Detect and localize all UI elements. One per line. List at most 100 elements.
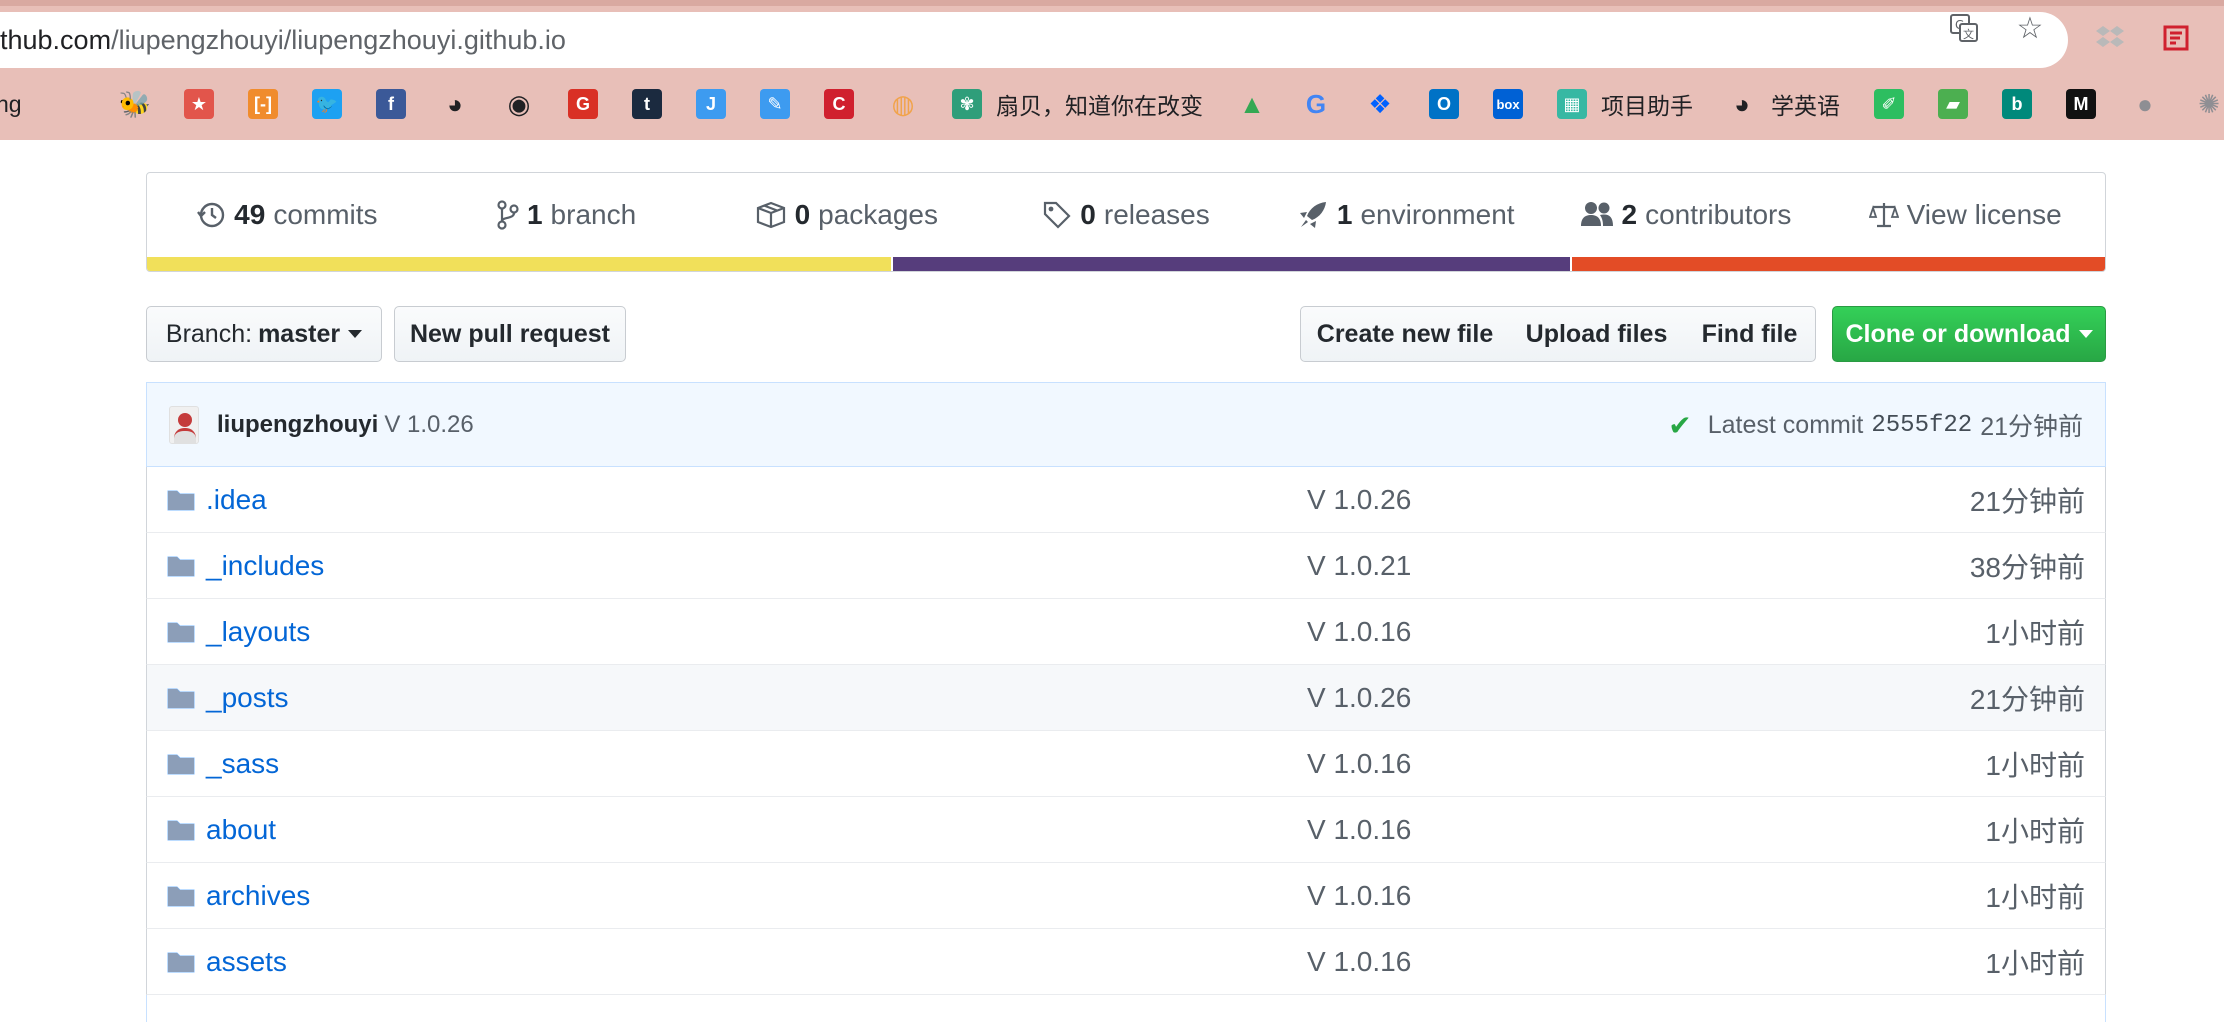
bookmark-item[interactable]: [-] <box>248 88 278 120</box>
avatar[interactable] <box>169 405 199 444</box>
find-file-button[interactable]: Find file <box>1684 306 1816 362</box>
file-row[interactable]: archives V 1.0.16 1小时前 <box>146 863 2106 929</box>
bookmark-item[interactable]: ✎ <box>760 88 790 120</box>
commit-author[interactable]: liupengzhouyi <box>217 411 378 439</box>
bookmark-item[interactable]: M <box>2066 88 2096 120</box>
upload-files-button[interactable]: Upload files <box>1509 306 1685 362</box>
folder-icon <box>167 886 195 907</box>
bookmark-item[interactable]: ◉ <box>504 88 534 120</box>
file-row[interactable]: _posts V 1.0.26 21分钟前 <box>146 665 2106 731</box>
branch-count: 1 <box>526 199 543 230</box>
file-name-link[interactable]: about <box>206 814 276 846</box>
language-bar[interactable] <box>147 257 2105 271</box>
package-icon <box>756 201 785 229</box>
bookmark-item[interactable]: ng <box>0 88 22 120</box>
commits-count: 49 <box>234 199 266 230</box>
create-new-file-button[interactable]: Create new file <box>1300 306 1510 362</box>
bookmark-item[interactable]: t <box>632 88 662 120</box>
releases-link[interactable]: 0 releases <box>986 199 1266 231</box>
file-row[interactable]: about V 1.0.16 1小时前 <box>146 797 2106 863</box>
folder-icon <box>167 820 195 841</box>
svg-text:文: 文 <box>1963 27 1974 41</box>
file-name-link[interactable]: assets <box>206 946 287 978</box>
bookmark-item[interactable]: ◍ <box>888 88 918 120</box>
commit-sha[interactable]: 2555f22 <box>1871 412 1972 439</box>
c-red-icon: C <box>824 89 854 119</box>
commit-message[interactable]: V 1.0.26 <box>384 411 473 439</box>
bookmark-item[interactable]: G <box>568 88 598 120</box>
branch-icon <box>497 200 519 230</box>
commits-link[interactable]: 49 commits <box>147 199 427 231</box>
file-commit-message[interactable]: V 1.0.26 <box>1307 682 1411 714</box>
folder-icon <box>167 688 195 709</box>
g-red-icon: G <box>568 89 598 119</box>
evernote-icon: ✐ <box>1874 89 1904 119</box>
history-icon <box>197 202 225 228</box>
caret-down-icon <box>2078 330 2093 338</box>
dropbox-extension-icon[interactable] <box>2094 22 2126 54</box>
file-commit-message[interactable]: V 1.0.21 <box>1307 550 1411 582</box>
file-name-link[interactable]: _sass <box>206 748 279 780</box>
bookmark-label: 扇贝，知道你在改变 <box>996 93 1203 119</box>
translate-icon[interactable]: G文 <box>1948 12 1980 44</box>
address-url[interactable]: thub.com/liupengzhouyi/liupengzhouyi.git… <box>0 25 566 56</box>
file-row[interactable]: _sass V 1.0.16 1小时前 <box>146 731 2106 797</box>
bookmark-item[interactable]: O <box>1429 88 1459 120</box>
bookmark-item[interactable]: ● <box>2130 88 2160 120</box>
bookmark-item[interactable]: ▰ <box>1938 88 1968 120</box>
environment-label: environment <box>1360 199 1515 230</box>
file-row[interactable]: _layouts V 1.0.16 1小时前 <box>146 599 2106 665</box>
bookmark-item[interactable]: ❖ <box>1365 88 1395 120</box>
pdf-extension-icon[interactable] <box>2160 22 2192 54</box>
file-commit-message[interactable]: V 1.0.16 <box>1307 814 1411 846</box>
bookmark-item[interactable]: ◕ <box>440 88 470 120</box>
branches-link[interactable]: 1 branch <box>427 199 707 231</box>
bookmark-item[interactable]: G <box>1301 88 1331 120</box>
bookmark-item[interactable]: f <box>376 88 406 120</box>
bookmark-item[interactable]: 🐝 <box>119 88 151 120</box>
folder-icon <box>167 490 195 511</box>
file-row[interactable]: assets V 1.0.16 1小时前 <box>146 929 2106 995</box>
bookmark-item[interactable]: ✺ <box>2194 88 2224 120</box>
address-bar[interactable]: thub.com/liupengzhouyi/liupengzhouyi.git… <box>0 12 2068 68</box>
bookmark-star-icon[interactable]: ☆ <box>2014 12 2046 45</box>
bookmark-item[interactable]: box <box>1493 88 1523 120</box>
file-name-link[interactable]: _includes <box>206 550 324 582</box>
file-commit-message[interactable]: V 1.0.16 <box>1307 748 1411 780</box>
bookmark-item[interactable]: J <box>696 88 726 120</box>
file-commit-message[interactable]: V 1.0.26 <box>1307 484 1411 516</box>
bookmark-item[interactable]: C <box>824 88 854 120</box>
file-name-link[interactable]: _posts <box>206 682 289 714</box>
file-commit-message[interactable]: V 1.0.16 <box>1307 946 1411 978</box>
bookmark-item[interactable]: b <box>2002 88 2032 120</box>
file-row[interactable]: .idea V 1.0.26 21分钟前 <box>146 467 2106 533</box>
file-commit-message[interactable]: V 1.0.16 <box>1307 616 1411 648</box>
bookmark-item[interactable]: ✐ <box>1874 88 1904 120</box>
bookmark-item[interactable]: 🐦 <box>312 88 342 120</box>
bookmark-item[interactable]: ★ <box>184 88 214 120</box>
bookmark-item[interactable]: ▲ <box>1237 88 1267 120</box>
language-segment[interactable] <box>891 257 1571 271</box>
bookmark-item[interactable]: ▦ 项目助手 <box>1557 88 1693 120</box>
branch-select-button[interactable]: Branch: master <box>146 306 382 362</box>
file-name-link[interactable]: .idea <box>206 484 267 516</box>
bookmark-item[interactable]: ◕ 学英语 <box>1727 88 1840 120</box>
folder-icon <box>167 952 195 973</box>
environments-link[interactable]: 1 environment <box>1266 199 1546 231</box>
language-segment[interactable] <box>147 257 892 271</box>
m-icon: M <box>2066 89 2096 119</box>
new-pull-request-button[interactable]: New pull request <box>394 306 626 362</box>
file-name-link[interactable]: archives <box>206 880 310 912</box>
packages-link[interactable]: 0 packages <box>706 199 986 231</box>
file-name-link[interactable]: _layouts <box>206 616 310 648</box>
file-commit-message[interactable]: V 1.0.16 <box>1307 880 1411 912</box>
star-box-icon: ★ <box>184 89 214 119</box>
license-link[interactable]: View license <box>1825 199 2105 231</box>
contributors-link[interactable]: 2 contributors <box>1546 199 1826 231</box>
grid-icon: ▦ <box>1557 89 1587 119</box>
file-row[interactable]: _includes V 1.0.21 38分钟前 <box>146 533 2106 599</box>
bookmark-item[interactable]: ✾ 扇贝，知道你在改变 <box>952 88 1203 120</box>
folder-icon <box>167 556 195 577</box>
language-segment[interactable] <box>1570 257 2105 271</box>
clone-or-download-button[interactable]: Clone or download <box>1832 306 2106 362</box>
